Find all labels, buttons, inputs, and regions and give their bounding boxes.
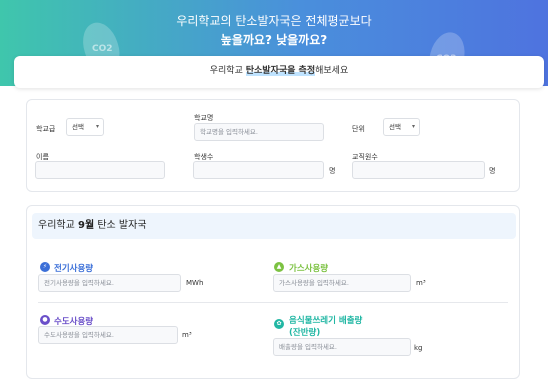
food-waste-input[interactable]: 배출량을 입력하세요. [273,338,411,356]
banner-title-line2: 높을까요? 낮을까요? [220,33,328,47]
students-input[interactable] [193,161,324,179]
school-name-label: 학교명 [194,114,214,122]
food-waste-label-line1: 음식물쓰레기 배출량 [289,316,363,326]
lightning-icon: ⚡ [40,262,50,272]
gas-input[interactable]: 가스사용량을 입력하세요. [273,274,411,292]
electricity-unit: MWh [186,279,204,287]
measure-suffix: 해보세요 [315,66,349,76]
staff-input[interactable] [352,161,485,179]
divider [38,302,508,303]
food-waste-unit: kg [414,344,423,352]
electricity-input[interactable]: 전기사용량을 입력하세요. [38,274,181,292]
water-unit: m³ [182,331,192,339]
measure-prefix: 우리학교 [209,66,246,76]
unit-select-value: 선택 [389,123,401,131]
section-title: 우리학교 9월 탄소 발자국 [32,213,516,239]
chevron-down-icon: ▾ [411,123,415,130]
school-level-label: 학교급 [36,125,56,133]
students-unit: 명 [329,167,336,175]
school-level-select-value: 선택 [72,123,84,131]
chevron-down-icon: ▾ [95,123,99,130]
section-title-prefix: 우리학교 [38,220,78,231]
food-waste-label-line2: (잔반량) [289,328,321,338]
unit-label: 단위 [352,125,365,133]
section-title-month: 9월 [77,220,95,231]
flame-icon: ▲ [274,262,284,272]
droplet-icon: ● [40,315,50,325]
measure-highlight: 탄소발자국을 측정 [245,66,316,76]
name-input[interactable] [35,161,165,179]
banner-title-line1: 우리학교의 탄소발자국은 전체평균보다 [176,14,372,28]
gas-unit: m³ [416,279,426,287]
measure-prompt: 우리학교 탄소발자국을 측정해보세요 [14,56,544,88]
unit-select[interactable]: 선택 ▾ [383,118,420,136]
staff-unit: 명 [489,167,496,175]
leaf-icon: ✿ [274,319,284,329]
electricity-label: 전기사용량 [54,264,94,274]
school-name-input[interactable]: 학교명을 입력하세요. [194,123,324,141]
water-input[interactable]: 수도사용량을 입력하세요. [38,326,178,344]
gas-label: 가스사용량 [289,264,329,274]
school-level-select[interactable]: 선택 ▾ [66,118,104,136]
section-title-suffix: 탄소 발자국 [94,220,147,231]
